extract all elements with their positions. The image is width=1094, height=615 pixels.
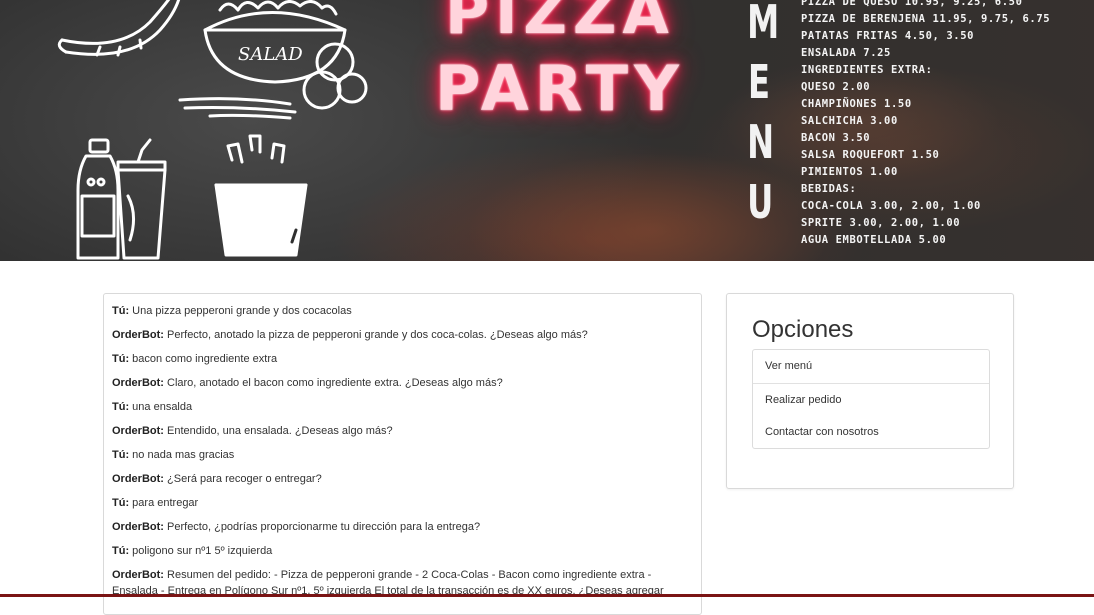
chat-message-text: poligono sur nº1 5º izquierda [132,545,273,557]
menu-letter: U [747,175,774,229]
menu-vertical-heading: M E N U [747,0,780,232]
chat-speaker: Tú: [112,545,130,557]
option-view-menu[interactable]: Ver menú [753,350,989,384]
chat-message-text: no nada mas gracias [132,449,235,461]
menu-item: PIZZA DE QUESO 10.95, 9.25, 6.50 [801,0,1023,8]
chat-message-text: una ensalda [132,401,193,413]
bottle-icon [76,138,120,260]
options-panel: Opciones Ver menú Realizar pedido Contac… [726,293,1014,489]
chat-message-user: Tú: poligono sur nº1 5º izquierda [112,543,693,559]
chat-message-user: Tú: una ensalda [112,399,693,415]
chat-message-text: bacon como ingrediente extra [132,353,278,365]
menu-item: SALSA ROQUEFORT 1.50 [801,149,940,161]
cup-icon [116,138,167,260]
chat-speaker: OrderBot: [112,521,164,533]
chat-message-text: Resumen del pedido: - Pizza de pepperoni… [112,569,664,597]
salad-bowl-icon: SALAD [178,0,368,120]
chat-speaker: OrderBot: [112,425,164,437]
chat-message-text: para entregar [132,497,199,509]
salad-bowl-label: SALAD [238,44,303,65]
menu-letter: M [747,0,780,49]
header-banner: SALAD PIZZA PARTY M E N U PIZZA DE QUESO… [0,0,1094,261]
menu-item: COCA-COLA 3.00, 2.00, 1.00 [801,200,981,212]
chat-message-text: Perfecto, anotado la pizza de pepperoni … [167,329,588,341]
menu-item: CHAMPIÑONES 1.50 [801,98,912,110]
chat-message-user: Tú: Una pizza pepperoni grande y dos coc… [112,303,693,319]
menu-item: PIMIENTOS 1.00 [801,166,898,178]
chat-transcript-panel[interactable]: Tú: Una pizza pepperoni grande y dos coc… [103,293,702,615]
menu-letter: E [747,55,771,109]
menu-item: BACON 3.50 [801,132,871,144]
chat-speaker: OrderBot: [112,329,164,341]
option-place-order[interactable]: Realizar pedido [753,384,989,416]
chat-speaker: OrderBot: [112,473,164,485]
menu-item: SALCHICHA 3.00 [801,115,898,127]
chat-message-bot: OrderBot: Claro, anotado el bacon como i… [112,375,693,391]
menu-price-list: PIZZA DE QUESO 10.95, 9.25, 6.50 PIZZA D… [801,0,1050,249]
chat-speaker: Tú: [112,401,130,413]
chat-speaker: Tú: [112,497,130,509]
options-list: Ver menú Realizar pedido Contactar con n… [752,349,990,449]
chat-message-text: Entendido, una ensalada. ¿Deseas algo má… [167,425,393,437]
chat-message-bot: OrderBot: Entendido, una ensalada. ¿Dese… [112,423,693,439]
menu-item: AGUA EMBOTELLADA 5.00 [801,234,947,246]
chat-speaker: Tú: [112,305,130,317]
chat-message-user: Tú: para entregar [112,495,693,511]
fries-icon [214,134,308,257]
chat-speaker: OrderBot: [112,377,164,389]
menu-item: ENSALADA 7.25 [801,47,891,59]
options-title: Opciones [752,316,854,343]
chat-message-text: Una pizza pepperoni grande y dos cocacol… [132,305,352,317]
menu-section-heading: BEBIDAS: [801,183,857,195]
option-contact-us[interactable]: Contactar con nosotros [753,416,989,448]
chat-message-bot: OrderBot: ¿Será para recoger o entregar? [112,471,693,487]
neon-title-line2: PARTY [435,52,685,125]
menu-item: SPRITE 3.00, 2.00, 1.00 [801,217,961,229]
menu-letter: N [747,115,775,169]
menu-item: PIZZA DE BERENJENA 11.95, 9.75, 6.75 [801,13,1051,25]
chat-speaker: Tú: [112,449,130,461]
chat-message-bot: OrderBot: Perfecto, ¿podrías proporciona… [112,519,693,535]
chat-speaker: OrderBot: [112,569,164,581]
neon-title-line1: PIZZA [445,0,675,48]
menu-item: QUESO 2.00 [801,81,871,93]
food-doodles: SALAD [57,0,368,260]
chat-speaker: Tú: [112,353,130,365]
chat-message-text: ¿Será para recoger o entregar? [167,473,322,485]
chat-message-user: Tú: bacon como ingrediente extra [112,351,693,367]
sausage-icon [57,0,181,57]
menu-item: PATATAS FRITAS 4.50, 3.50 [801,30,975,42]
chat-message-bot: OrderBot: Perfecto, anotado la pizza de … [112,327,693,343]
chat-message-text: Perfecto, ¿podrías proporcionarme tu dir… [167,521,481,533]
chat-message-text: Claro, anotado el bacon como ingrediente… [167,377,503,389]
chat-message-user: Tú: no nada mas gracias [112,447,693,463]
menu-section-heading: INGREDIENTES EXTRA: [801,64,933,76]
